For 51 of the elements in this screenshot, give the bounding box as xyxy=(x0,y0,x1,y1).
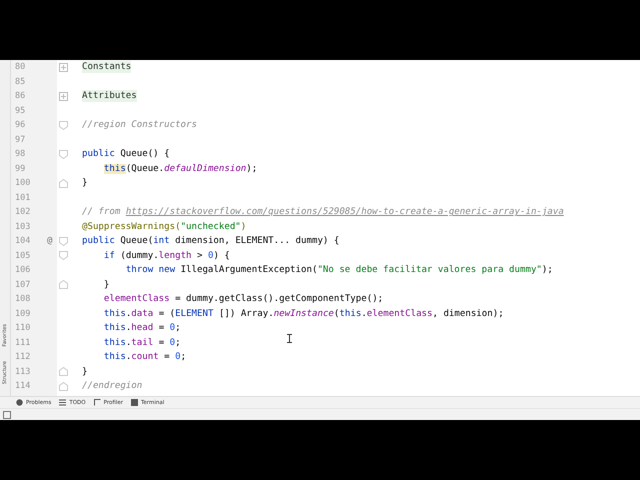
line-number: 100 xyxy=(14,178,32,188)
code-line: } xyxy=(102,280,110,290)
line-number: 85 xyxy=(14,76,26,87)
layout-icon[interactable] xyxy=(3,410,11,418)
code-line: if (dummy.length > 0) { xyxy=(102,250,230,261)
code-line: public Queue() { xyxy=(82,149,170,160)
code-line: this.count = 0; xyxy=(102,352,186,362)
fold-icon[interactable] xyxy=(59,120,68,130)
line-number: 99 xyxy=(14,164,26,174)
line-number: 98 xyxy=(14,149,26,160)
code-line: throw new IllegalArgumentException("No se debe facilitar valores para dummy"); xyxy=(124,265,553,276)
code-line: this.head = 0; xyxy=(102,323,181,334)
line-number: 104 xyxy=(14,236,32,246)
line-number: 108 xyxy=(14,294,32,304)
fold-end-icon[interactable] xyxy=(59,280,68,290)
override-marker[interactable]: @ xyxy=(47,236,52,246)
line-number: 111 xyxy=(14,338,32,348)
line-number: 113 xyxy=(14,366,32,377)
expand-fold-icon[interactable] xyxy=(59,62,68,72)
code-line: } xyxy=(82,178,88,188)
line-number: 110 xyxy=(14,323,32,334)
code-line: public Queue(int dimension, ELEMENT... dummy) { xyxy=(82,236,340,246)
line-number: 106 xyxy=(14,265,32,276)
code-line: @SuppressWarnings("unchecked") xyxy=(82,222,246,232)
line-number: 107 xyxy=(14,280,32,290)
code-line: elementClass = dummy.getClass().getComponentType(); xyxy=(102,294,384,304)
line-number: 109 xyxy=(14,308,32,319)
line-number: 103 xyxy=(14,222,32,232)
text-cursor-icon xyxy=(287,334,292,343)
line-number: 114 xyxy=(14,381,32,392)
expand-fold-icon[interactable] xyxy=(59,92,68,101)
line-number: 96 xyxy=(14,120,26,130)
line-number: 86 xyxy=(14,91,26,102)
circle-icon xyxy=(16,399,23,406)
code-line: this.tail = 0; xyxy=(102,338,181,348)
code-line: //endregion xyxy=(82,381,142,392)
line-number: 97 xyxy=(14,134,26,145)
code-line: this(Queue.defaulDimension); xyxy=(102,164,258,174)
code-line: } xyxy=(82,366,88,377)
line-number: 102 xyxy=(14,207,32,218)
fold-end-icon[interactable] xyxy=(59,178,68,188)
line-number: 80 xyxy=(14,62,26,72)
code-line: // from https://stackoverflow.com/questions/529085/how-to-create-a-generic-array-in-java xyxy=(82,207,564,218)
line-number: 101 xyxy=(14,192,32,203)
code-line: this.data = (ELEMENT []) Array.newInstance(this.elementClass, dimension); xyxy=(102,308,504,319)
line-number: 105 xyxy=(14,250,32,261)
code-line: //region Constructors xyxy=(82,120,197,130)
line-number: 95 xyxy=(14,106,26,116)
fold-icon[interactable] xyxy=(59,150,68,159)
line-number: 112 xyxy=(14,352,32,362)
list-icon xyxy=(59,399,66,406)
